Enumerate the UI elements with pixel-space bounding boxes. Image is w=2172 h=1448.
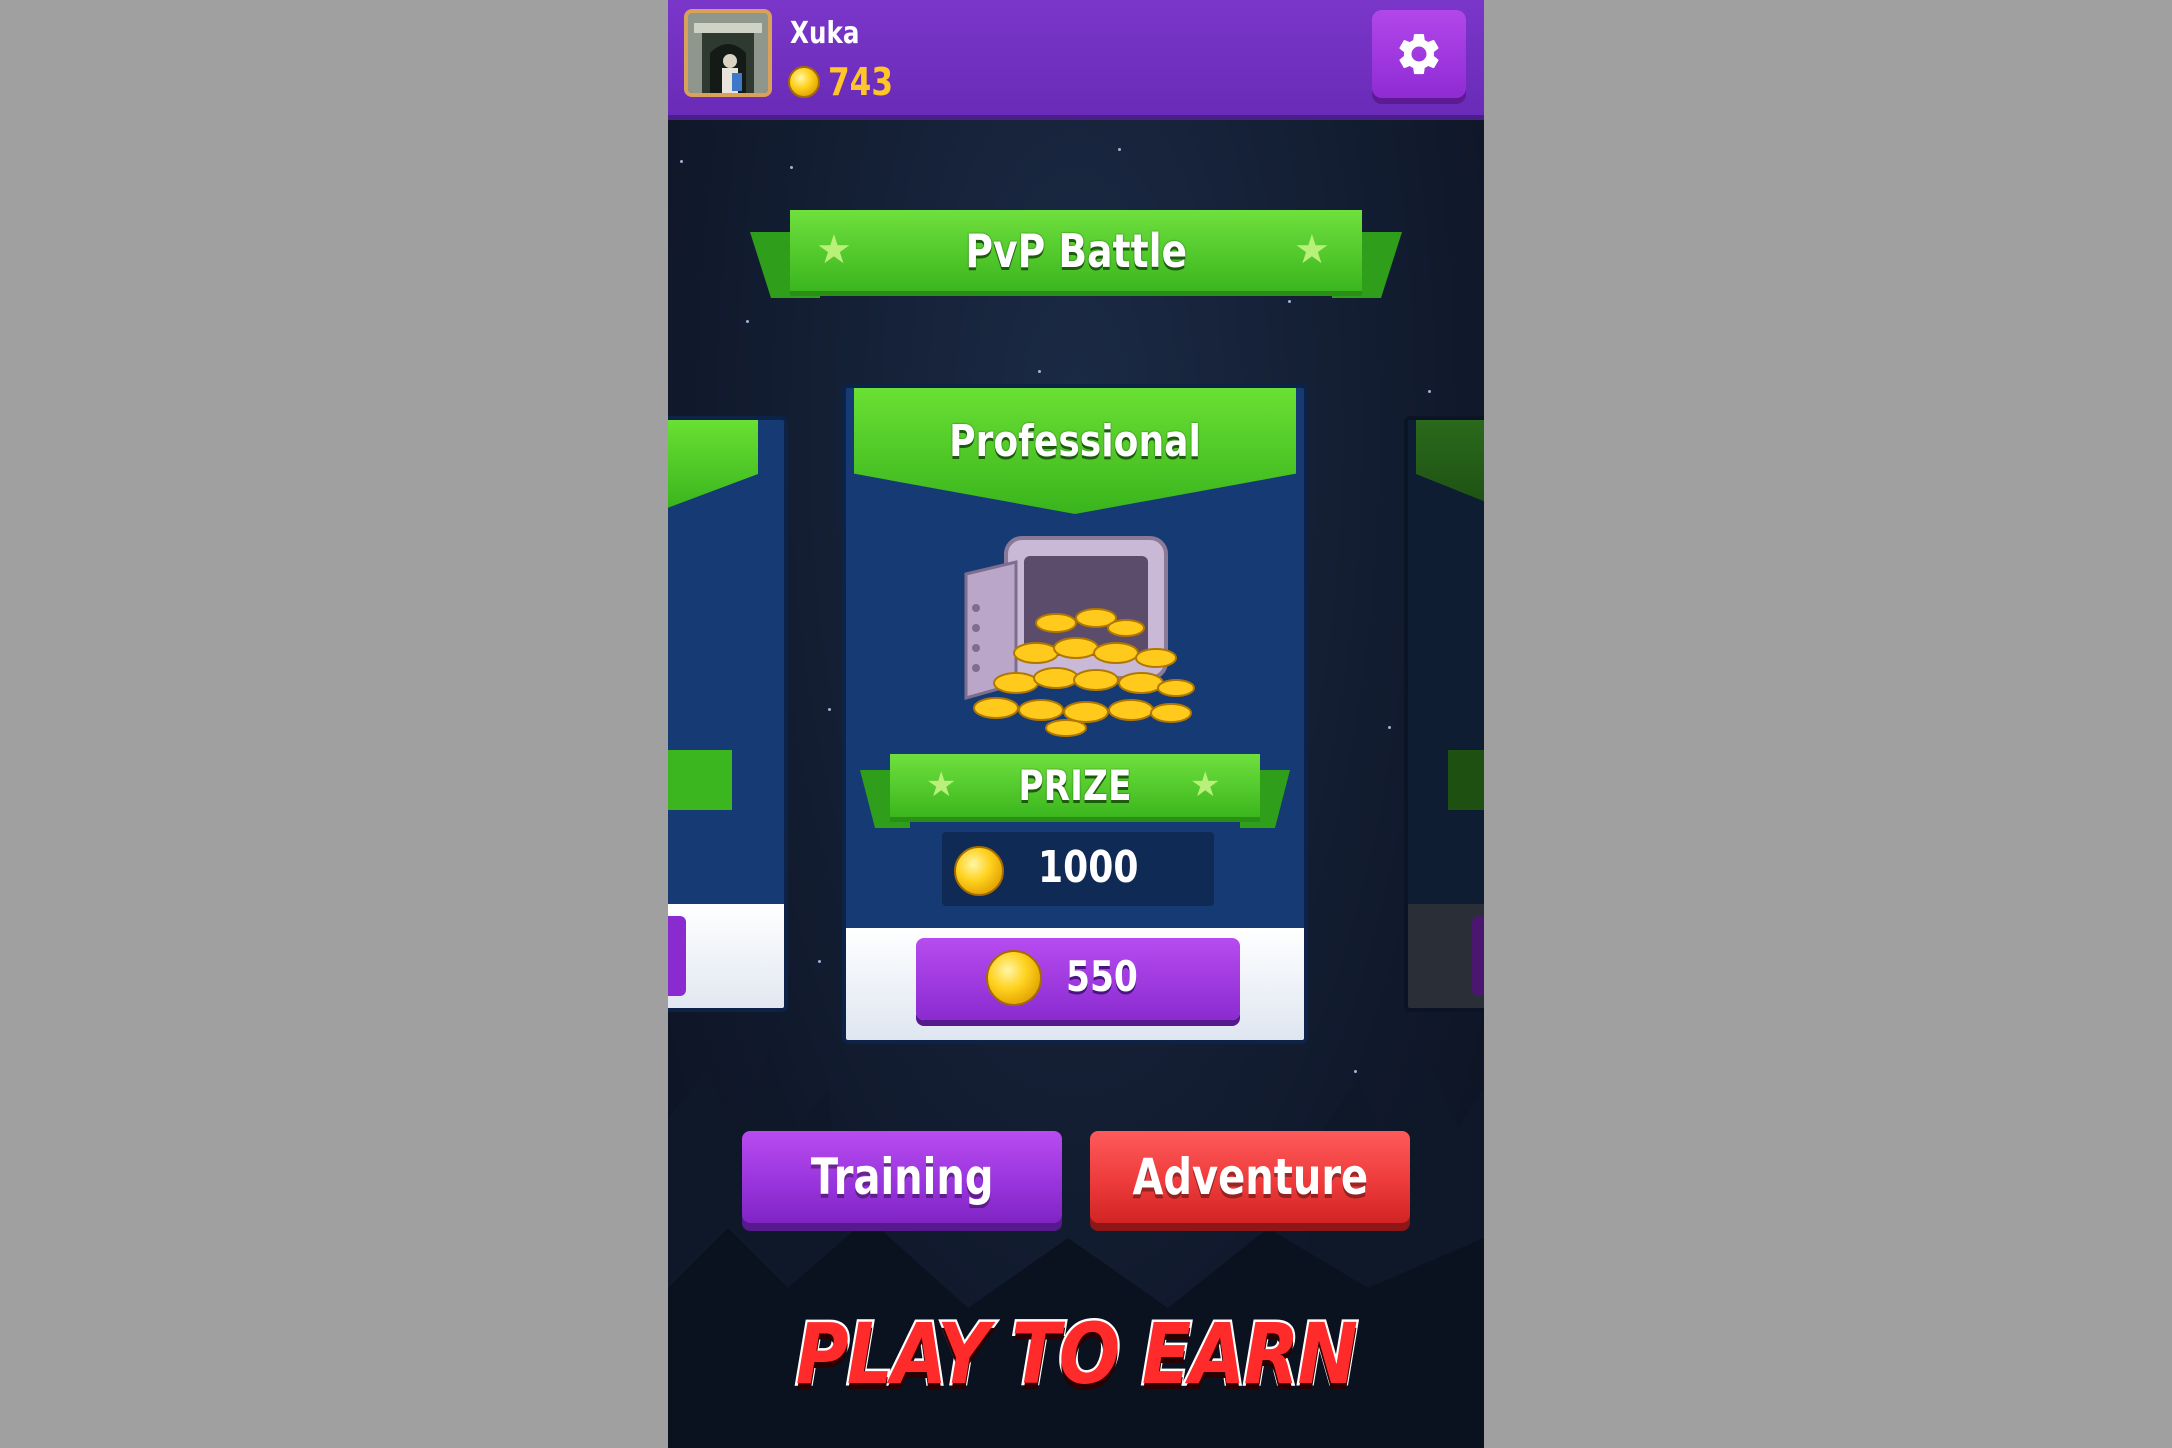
coin-icon (986, 950, 1042, 1006)
star-icon: ★ (926, 766, 957, 804)
star-icon: ★ (816, 228, 852, 272)
entry-fee-value: 550 (1066, 952, 1138, 1001)
coin-balance: 743 (788, 60, 907, 104)
tier-card-next[interactable] (1404, 416, 1484, 1012)
coin-balance-value: 743 (828, 60, 894, 104)
tier-card-active[interactable]: Professional PRIZE ★ ★ 1000 550 (842, 384, 1308, 1044)
avatar-image (688, 13, 768, 93)
tier-card-previous[interactable] (668, 416, 788, 1012)
prize-amount-box: 1000 (942, 832, 1214, 906)
adventure-button[interactable]: Adventure (1090, 1131, 1410, 1223)
star-icon: ★ (1294, 228, 1330, 272)
entry-fee-button[interactable]: 550 (916, 938, 1240, 1020)
prize-label: PRIZE (1018, 761, 1132, 810)
coin-icon (788, 66, 820, 98)
player-avatar[interactable] (684, 9, 772, 97)
gear-icon (1399, 33, 1439, 75)
coin-icon (954, 846, 1004, 896)
top-bar: Xuka 743 (668, 0, 1484, 120)
training-label: Training (810, 1148, 994, 1206)
player-name: Xuka (790, 16, 860, 51)
tier-name: Professional (949, 416, 1201, 467)
mode-title-ribbon: PvP Battle ★ ★ (750, 210, 1402, 310)
game-screen: Xuka 743 PvP Battle ★ ★ Professional PRI… (668, 0, 1484, 1448)
prize-amount: 1000 (1038, 842, 1139, 893)
play-to-earn-banner: PLAY TO EARN (794, 1303, 1361, 1406)
star-icon: ★ (1190, 766, 1221, 804)
mode-title: PvP Battle (965, 223, 1187, 278)
vault-image (964, 536, 1195, 737)
adventure-label: Adventure (1132, 1148, 1368, 1206)
training-button[interactable]: Training (742, 1131, 1062, 1223)
settings-button[interactable] (1372, 10, 1466, 98)
prize-ribbon: PRIZE ★ ★ (860, 754, 1290, 834)
